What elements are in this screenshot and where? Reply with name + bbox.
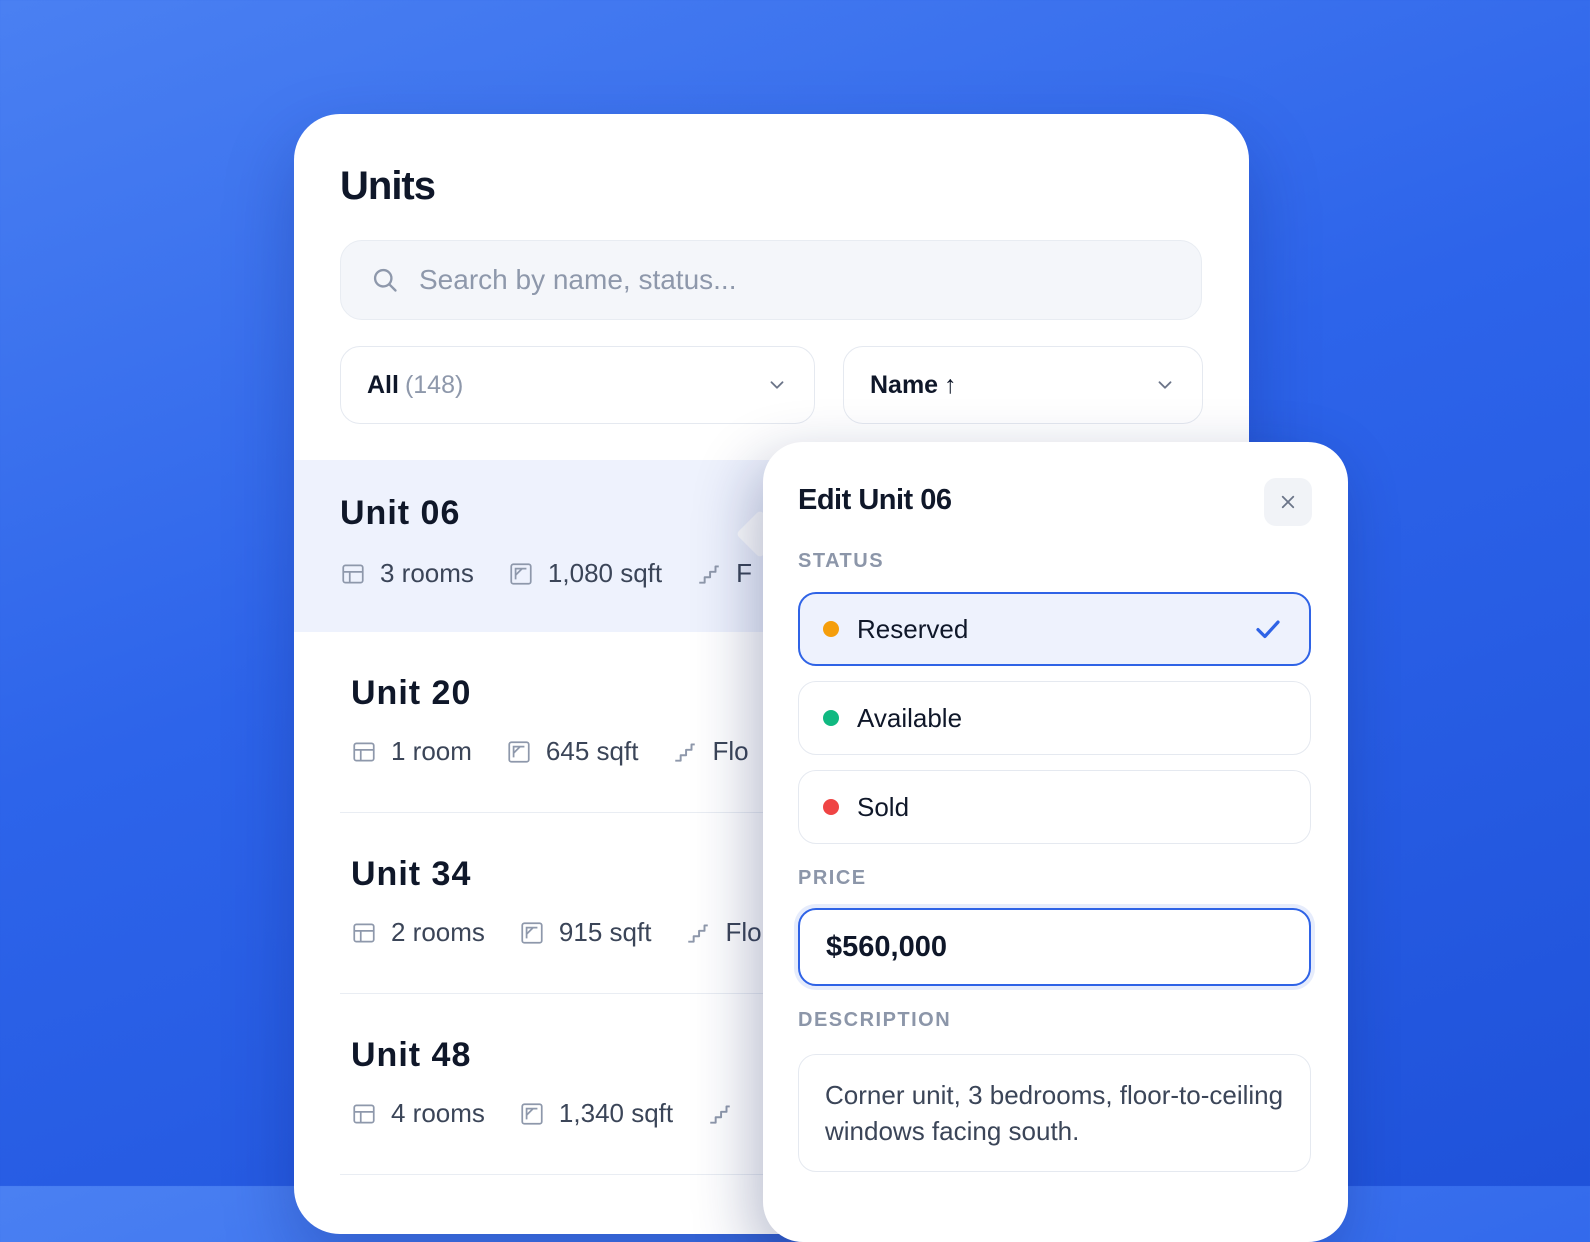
status-option-reserved[interactable]: Reserved [798,592,1311,666]
search-bar[interactable] [340,240,1202,320]
status-option-available[interactable]: Available [798,681,1311,755]
unit-name: Unit 48 [351,1036,472,1074]
unit-rooms-text: 4 rooms [391,1098,485,1128]
area-icon [510,562,532,585]
rooms-icon [353,1103,375,1124]
sort-dropdown[interactable]: Name ↑ [843,346,1203,424]
unit-rooms: 2 rooms [351,917,485,948]
rooms-icon [342,563,364,584]
search-icon [373,268,397,292]
sort-value: Name [870,370,939,399]
status-dot [823,621,839,637]
sort-value-group: Name ↑ [870,371,957,400]
status-dot [823,710,839,726]
stairs-icon [688,923,709,943]
stairs-icon [675,742,696,762]
page-title: Units [340,164,436,208]
unit-floor-text: F [736,558,753,588]
unit-name: Unit 20 [351,674,472,712]
area-icon [508,740,530,763]
price-input[interactable] [798,908,1311,986]
chevron-down-icon [1158,381,1172,389]
close-button[interactable] [1264,478,1312,526]
unit-meta: 4 rooms 1,340 sqft [351,1098,781,1129]
area-icon [521,921,543,944]
unit-area-text: 1,340 sqft [558,1098,674,1128]
filter-value: All [367,370,399,399]
unit-area: 1,340 sqft [519,1098,673,1129]
unit-area-text: 1,080 sqft [547,558,663,588]
unit-area: 1,080 sqft [508,558,662,589]
unit-area: 645 sqft [506,736,639,767]
unit-rooms: 1 room [351,736,472,767]
status-option-label: Reserved [857,613,969,644]
area-icon [521,1102,543,1125]
rooms-icon [353,922,375,943]
rooms-icon [353,741,375,762]
filter-dropdown[interactable]: All (148) [340,346,815,424]
stairs-icon [710,1104,730,1124]
unit-rooms: 4 rooms [351,1098,485,1129]
status-option-sold[interactable]: Sold [798,770,1311,844]
unit-rooms-text: 3 rooms [380,558,474,588]
filter-count: (148) [404,370,464,399]
stairs-icon [699,564,719,584]
unit-rooms: 3 rooms [340,558,474,589]
unit-meta: 3 rooms 1,080 sqft F [340,558,786,589]
check-icon [1256,620,1280,639]
unit-meta: 1 room 645 sqft Flo [351,736,783,767]
search-input[interactable] [417,263,1181,297]
unit-floor-text: Flo [712,736,749,766]
status-dot [823,799,839,815]
unit-floor: Flo [685,917,762,948]
unit-rooms-text: 2 rooms [391,917,485,947]
unit-area-text: 915 sqft [558,917,652,947]
price-label: PRICE [798,867,867,889]
unit-floor: Flo [672,736,749,767]
description-label: DESCRIPTION [798,1009,952,1031]
popover-title: Edit Unit 06 [798,484,952,516]
filter-value-group: All (148) [367,371,463,400]
unit-rooms-text: 1 room [391,736,472,766]
status-label: STATUS [798,550,885,572]
edit-unit-popover: Edit Unit 06 STATUS Reserved Available S… [763,442,1348,1242]
unit-floor [707,1101,747,1127]
status-option-label: Available [857,702,963,733]
unit-name: Unit 34 [351,855,472,893]
unit-floor-text: Flo [725,917,762,947]
close-icon [1281,495,1295,509]
unit-name: Unit 06 [340,494,461,532]
chevron-down-icon [770,381,784,389]
unit-area-text: 645 sqft [545,736,639,766]
unit-floor: F [696,558,752,589]
unit-meta: 2 rooms 915 sqft Flo [351,917,796,948]
unit-area: 915 sqft [519,917,652,948]
description-textarea[interactable]: Corner unit, 3 bedrooms, floor-to-ceilin… [798,1054,1311,1172]
status-option-label: Sold [857,791,910,822]
sort-direction: ↑ [944,370,957,399]
